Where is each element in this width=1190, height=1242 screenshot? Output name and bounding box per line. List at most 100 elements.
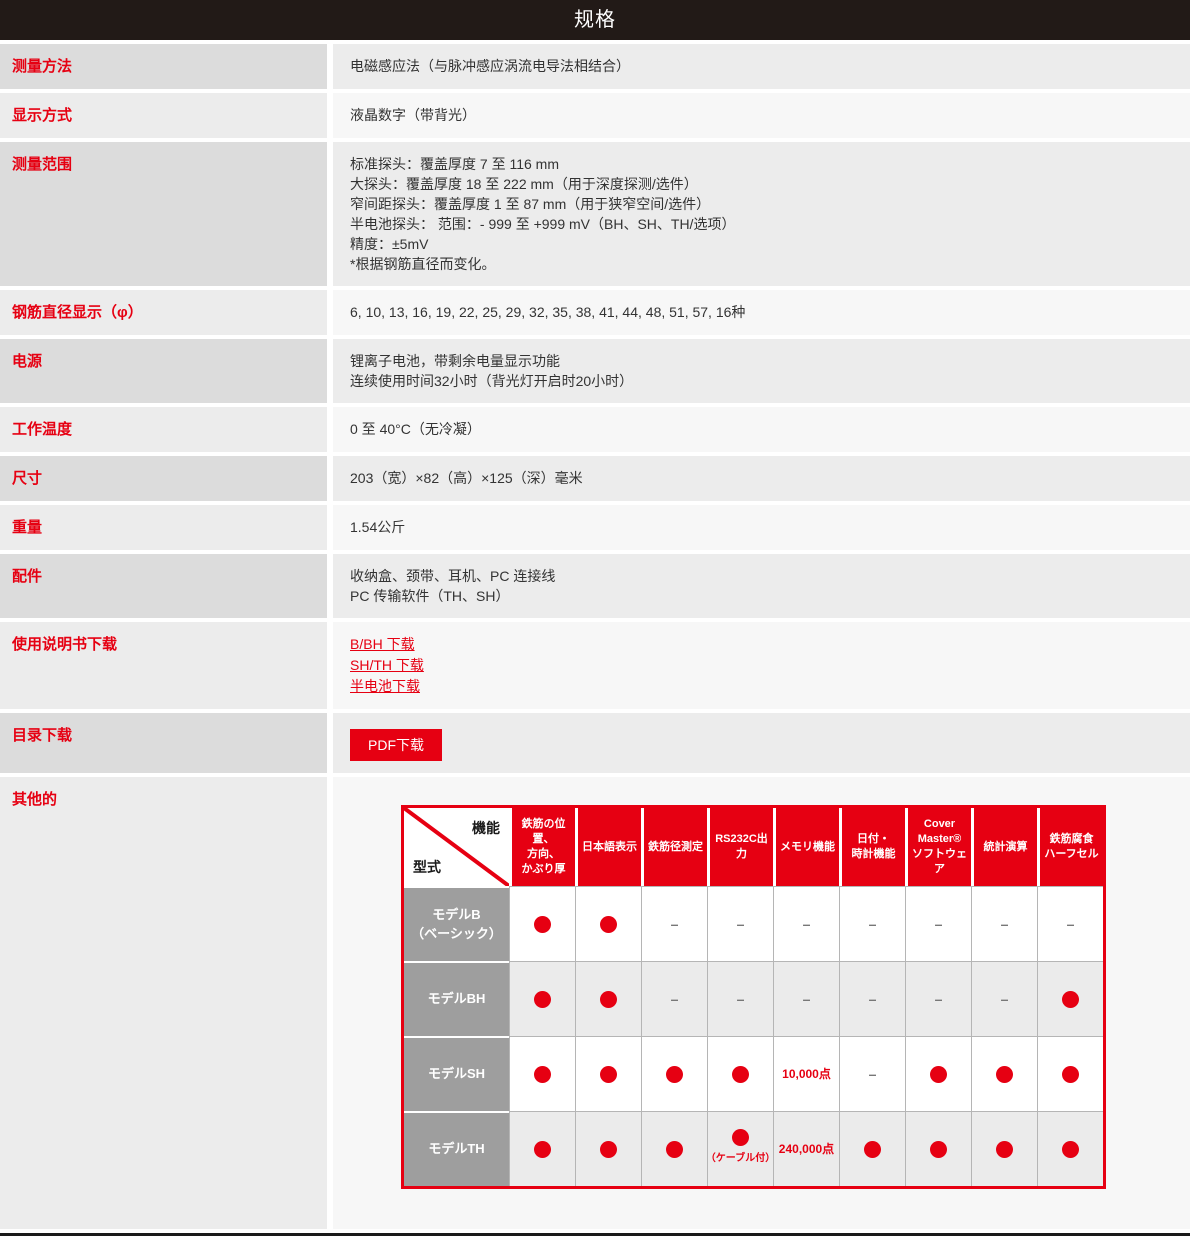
feature-note: （ケーブル付） <box>706 1149 775 1169</box>
model-label: モデルBH <box>404 961 509 1036</box>
spec-value-line: 标准探头：覆盖厚度 7 至 116 mm <box>350 154 1170 174</box>
model-row-th: モデルTH （ケーブル付） 240,000点 <box>404 1111 1103 1186</box>
spec-value: 收纳盒、颈带、耳机、PC 连接线 PC 传输软件（TH、SH） <box>333 554 1190 618</box>
model-label: モデルSH <box>404 1036 509 1111</box>
spec-row-measure-method: 测量方法 电磁感应法（与脉冲感应涡流电导法相结合） <box>0 44 1190 89</box>
bottom-divider <box>0 1233 1190 1236</box>
spec-value: 液晶数字（带背光） <box>333 93 1190 138</box>
spec-table: 测量方法 电磁感应法（与脉冲感应涡流电导法相结合） 显示方式 液晶数字（带背光）… <box>0 44 1190 1229</box>
feature-dash: – <box>869 914 877 934</box>
feature-dot-icon <box>600 916 617 933</box>
spec-value-line: 大探头：覆盖厚度 18 至 222 mm（用于深度探测/选件） <box>350 174 1170 194</box>
spec-value: 0 至 40°C（无冷凝） <box>333 407 1190 452</box>
feature-cell <box>575 1036 641 1111</box>
spec-value-line: 精度：±5mV <box>350 234 1170 254</box>
spec-value: 機能 型式 鉄筋の位置、 方向、 かぶり厚 日本語表示 鉄筋径測定 RS232C… <box>333 777 1190 1229</box>
feature-cell <box>575 886 641 961</box>
spec-value-line: 电磁感应法（与脉冲感应涡流电导法相结合） <box>350 56 1170 76</box>
download-link-sh-th[interactable]: SH/TH 下载 <box>350 655 424 676</box>
feature-dash: – <box>737 989 745 1009</box>
feature-cell <box>971 1111 1037 1186</box>
spec-value: 电磁感应法（与脉冲感应涡流电导法相结合） <box>333 44 1190 89</box>
feature-cell: 10,000点 <box>773 1036 839 1111</box>
spec-label: 显示方式 <box>0 93 327 138</box>
column-header-diameter-measure: 鉄筋径測定 <box>641 808 707 886</box>
feature-dot-icon <box>534 1066 551 1083</box>
feature-cell: – <box>707 961 773 1036</box>
spec-value-line: 1.54公斤 <box>350 517 1170 537</box>
column-header-japanese-display: 日本語表示 <box>575 808 641 886</box>
feature-dot-icon <box>600 1141 617 1158</box>
feature-cell <box>1037 961 1103 1036</box>
spec-value-line: 液晶数字（带背光） <box>350 105 1170 125</box>
feature-cell <box>509 961 575 1036</box>
feature-cell: – <box>905 961 971 1036</box>
spec-value: 1.54公斤 <box>333 505 1190 550</box>
spec-label: 测量范围 <box>0 142 327 286</box>
corner-label-function: 機能 <box>472 818 500 838</box>
feature-dot-icon <box>666 1141 683 1158</box>
feature-dot-icon <box>930 1066 947 1083</box>
download-link-b-bh[interactable]: B/BH 下载 <box>350 634 415 655</box>
spec-row-catalog-download: 目录下载 PDF下载 <box>0 713 1190 773</box>
feature-cell: – <box>905 886 971 961</box>
model-row-sh: モデルSH 10,000点 – <box>404 1036 1103 1111</box>
feature-dot-icon <box>732 1129 749 1146</box>
feature-text: 10,000点 <box>782 1064 831 1084</box>
feature-dot-icon <box>864 1141 881 1158</box>
feature-text: 240,000点 <box>779 1139 834 1159</box>
pdf-download-button[interactable]: PDF下载 <box>350 729 442 761</box>
page-title: 规格 <box>574 9 616 31</box>
spec-value: 6, 10, 13, 16, 19, 22, 25, 29, 32, 35, 3… <box>333 290 1190 335</box>
spec-value-line: 连续使用时间32小时（背光灯开启时20小时） <box>350 371 1170 391</box>
spec-value: B/BH 下载 SH/TH 下载 半电池下载 <box>333 622 1190 709</box>
column-header-rs232c: RS232C出力 <box>707 808 773 886</box>
table-corner-cell: 機能 型式 <box>404 808 509 886</box>
feature-cell <box>641 1111 707 1186</box>
spec-value-line: *根据钢筋直径而变化。 <box>350 254 1170 274</box>
feature-dot-icon <box>1062 991 1079 1008</box>
feature-cell <box>971 1036 1037 1111</box>
feature-cell: – <box>971 961 1037 1036</box>
feature-dot-icon <box>930 1141 947 1158</box>
feature-cell: – <box>773 961 839 1036</box>
spec-value: PDF下载 <box>333 713 1190 773</box>
feature-dot-icon <box>666 1066 683 1083</box>
feature-cell <box>641 1036 707 1111</box>
spec-row-bar-diameter: 钢筋直径显示（φ） 6, 10, 13, 16, 19, 22, 25, 29,… <box>0 290 1190 335</box>
feature-dash: – <box>737 914 745 934</box>
download-link-half-cell[interactable]: 半电池下载 <box>350 676 420 697</box>
spec-row-other: 其他的 機能 型式 鉄筋の位置、 方向、 かぶり厚 日本語表示 鉄筋径測定 RS… <box>0 777 1190 1229</box>
feature-dash: – <box>671 989 679 1009</box>
feature-dot-icon <box>732 1066 749 1083</box>
feature-cell: – <box>839 1036 905 1111</box>
spec-value-line: 窄间距探头：覆盖厚度 1 至 87 mm（用于狭窄空间/选件） <box>350 194 1170 214</box>
feature-dot-icon <box>534 1141 551 1158</box>
spec-row-power: 电源 锂离子电池，带剩余电量显示功能 连续使用时间32小时（背光灯开启时20小时… <box>0 339 1190 403</box>
model-feature-table: 機能 型式 鉄筋の位置、 方向、 かぶり厚 日本語表示 鉄筋径測定 RS232C… <box>401 805 1106 1189</box>
feature-dot-icon <box>534 916 551 933</box>
feature-dot-icon <box>600 991 617 1008</box>
feature-dash: – <box>803 914 811 934</box>
feature-dot-icon <box>534 991 551 1008</box>
spec-value-line: 锂离子电池，带剩余电量显示功能 <box>350 351 1170 371</box>
column-header-rebar-position: 鉄筋の位置、 方向、 かぶり厚 <box>509 808 575 886</box>
column-header-statistics: 統計演算 <box>971 808 1037 886</box>
feature-dot-icon <box>996 1066 1013 1083</box>
feature-cell <box>905 1036 971 1111</box>
feature-cell: – <box>839 886 905 961</box>
column-header-cover-master: Cover Master® ソフトウェア <box>905 808 971 886</box>
feature-cell <box>509 886 575 961</box>
feature-cell: – <box>773 886 839 961</box>
feature-cell <box>707 1036 773 1111</box>
feature-cell: – <box>641 961 707 1036</box>
feature-dot-icon <box>996 1141 1013 1158</box>
feature-dash: – <box>671 914 679 934</box>
feature-dash: – <box>935 914 943 934</box>
model-label: モデルTH <box>404 1111 509 1186</box>
feature-cell <box>575 961 641 1036</box>
feature-cell: 240,000点 <box>773 1111 839 1186</box>
spec-label: 目录下载 <box>0 713 327 773</box>
spec-value: 203（宽）×82（高）×125（深）毫米 <box>333 456 1190 501</box>
feature-cell <box>1037 1111 1103 1186</box>
